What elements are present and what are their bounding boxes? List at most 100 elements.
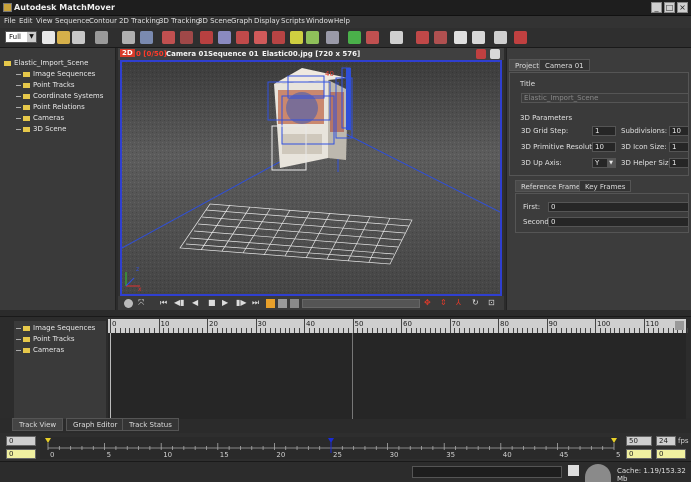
menu-contour[interactable]: Contour xyxy=(89,17,117,25)
coordinate-system-icon[interactable] xyxy=(366,31,379,44)
open-folder-icon[interactable] xyxy=(57,31,70,44)
axis-icon[interactable] xyxy=(348,31,361,44)
help-icon[interactable] xyxy=(514,31,527,44)
layout-single-icon[interactable] xyxy=(454,31,467,44)
new-file-icon[interactable] xyxy=(42,31,55,44)
menu-view[interactable]: View xyxy=(36,17,53,25)
start-frame-field[interactable]: 0 xyxy=(6,436,36,446)
view-mode-select[interactable]: Full ▼ xyxy=(5,31,37,43)
panel-icon[interactable] xyxy=(494,31,507,44)
select-tool-icon[interactable] xyxy=(122,31,135,44)
link-track-icon[interactable] xyxy=(254,31,267,44)
next-key-icon[interactable]: ▮▶ xyxy=(236,298,247,307)
bidirectional-track-icon[interactable] xyxy=(236,31,249,44)
dolly-icon[interactable]: ⇕ xyxy=(440,298,447,307)
last-frame-icon[interactable]: ⏭ xyxy=(252,298,259,308)
grid-step-field[interactable]: 1 xyxy=(592,126,616,136)
tree-item-image-sequences[interactable]: Image Sequences xyxy=(16,70,95,81)
first-field[interactable]: 0 xyxy=(548,202,689,212)
orbit-icon[interactable]: ↻ xyxy=(472,298,479,307)
camera-solve-icon[interactable] xyxy=(326,31,339,44)
cancel-icon[interactable] xyxy=(568,465,579,476)
menu-3d-scene[interactable]: 3D Scene xyxy=(198,17,231,25)
timeline-item-point-tracks[interactable]: Point Tracks xyxy=(16,335,75,346)
undo-icon[interactable] xyxy=(95,31,108,44)
menu-graph[interactable]: Graph xyxy=(231,17,252,25)
menu-window[interactable]: Window xyxy=(306,17,334,25)
track-backward-icon[interactable] xyxy=(218,31,231,44)
grid-toggle-icon[interactable] xyxy=(278,299,287,308)
menu-edit[interactable]: Edit xyxy=(19,17,33,25)
range-start-marker[interactable] xyxy=(45,438,51,443)
tab-track-status[interactable]: Track Status xyxy=(122,418,179,431)
playback-speed-field[interactable]: 0 xyxy=(656,449,686,459)
primitive-resolution-field[interactable]: 10 xyxy=(592,142,616,152)
save-icon[interactable] xyxy=(72,31,85,44)
minimize-button[interactable]: _ xyxy=(651,2,662,13)
pan-icon[interactable]: ✥ xyxy=(424,298,431,307)
menu-display[interactable]: Display xyxy=(254,17,280,25)
second-field[interactable]: 0 xyxy=(548,217,689,227)
constraint-icon[interactable] xyxy=(416,31,429,44)
subdivisions-field[interactable]: 10 xyxy=(669,126,689,136)
tree-item-point-relations[interactable]: Point Relations xyxy=(16,103,85,114)
stop-icon[interactable]: ■ xyxy=(208,298,216,307)
record-icon[interactable] xyxy=(124,299,133,308)
timeline-graph[interactable]: 0 10 20 30 40 50 60 70 80 90 100 110 xyxy=(108,319,689,419)
tab-key-frames[interactable]: Key Frames xyxy=(579,180,632,192)
tree-item-3d-scene[interactable]: 3D Scene xyxy=(16,125,66,136)
track-forward-icon[interactable] xyxy=(200,31,213,44)
mode-badge[interactable]: 2D xyxy=(120,49,135,57)
timeline-ruler[interactable]: 0 10 20 30 40 50 60 70 80 90 100 110 xyxy=(108,319,689,333)
play-icon[interactable]: ▶ xyxy=(222,298,228,307)
layout-quad-icon[interactable] xyxy=(472,31,485,44)
tab-track-view[interactable]: Track View xyxy=(12,418,64,431)
title-field[interactable]: Elastic_Import_Scene xyxy=(521,93,689,103)
hourglass-icon[interactable] xyxy=(490,49,500,59)
pin-icon[interactable] xyxy=(476,49,486,59)
prev-key-icon[interactable]: ◀▮ xyxy=(174,298,185,307)
range-end-marker[interactable] xyxy=(611,438,617,443)
tripod-icon[interactable]: ⅄ xyxy=(456,298,461,307)
menu-3d-tracking[interactable]: 3D Tracking xyxy=(159,17,200,25)
point-tool-icon[interactable] xyxy=(162,31,175,44)
zoom-icon[interactable]: ⊡ xyxy=(488,298,495,307)
scene-root[interactable]: Elastic_Import_Scene xyxy=(4,59,88,70)
maximize-button[interactable]: □ xyxy=(664,2,675,13)
menu-sequence[interactable]: Sequence xyxy=(55,17,90,25)
tree-item-cameras[interactable]: Cameras xyxy=(16,114,64,125)
up-axis-select[interactable]: Y ▼ xyxy=(592,158,616,168)
viewer-scrollbar[interactable] xyxy=(302,299,420,308)
first-frame-icon[interactable]: ⏮ xyxy=(160,298,167,308)
tree-item-coordinate-systems[interactable]: Coordinate Systems xyxy=(16,92,103,103)
tab-graph-editor[interactable]: Graph Editor xyxy=(66,418,125,431)
range-start-field[interactable]: 0 xyxy=(6,449,36,459)
menu-file[interactable]: File xyxy=(4,17,16,25)
solve-icon[interactable] xyxy=(306,31,319,44)
tree-item-point-tracks[interactable]: Point Tracks xyxy=(16,81,75,92)
timeline-item-image-sequences[interactable]: Image Sequences xyxy=(16,324,95,335)
auto-track-icon[interactable] xyxy=(290,31,303,44)
end-frame-field[interactable]: 50 xyxy=(626,436,652,446)
magnet-tool-icon[interactable] xyxy=(180,31,193,44)
menu-scripts[interactable]: Scripts xyxy=(281,17,305,25)
close-button[interactable]: × xyxy=(677,2,688,13)
fps-field[interactable]: 24 xyxy=(656,436,676,446)
range-end-field[interactable]: 0 xyxy=(626,449,652,459)
menu-help[interactable]: Help xyxy=(334,17,350,25)
cube-primitive-icon[interactable] xyxy=(390,31,403,44)
overlay-toggle-icon[interactable] xyxy=(266,299,275,308)
fit-icon[interactable]: ⤧ xyxy=(138,298,144,308)
tab-camera-01[interactable]: Camera 01 xyxy=(539,59,590,71)
lock-icon[interactable] xyxy=(675,321,684,330)
track-tool-icon[interactable] xyxy=(140,31,153,44)
icon-size-field[interactable]: 1 xyxy=(669,142,689,152)
time-track[interactable]: 0 5 10 15 20 25 30 35 40 45 50 xyxy=(40,437,625,459)
refine-track-icon[interactable] xyxy=(272,31,285,44)
timeline-item-cameras[interactable]: Cameras xyxy=(16,346,64,357)
distance-icon[interactable] xyxy=(434,31,447,44)
play-back-icon[interactable]: ◀ xyxy=(192,298,198,307)
image-toggle-icon[interactable] xyxy=(290,299,299,308)
helper-size-field[interactable]: 1 xyxy=(669,158,689,168)
menu-2d-tracking[interactable]: 2D Tracking xyxy=(119,17,160,25)
